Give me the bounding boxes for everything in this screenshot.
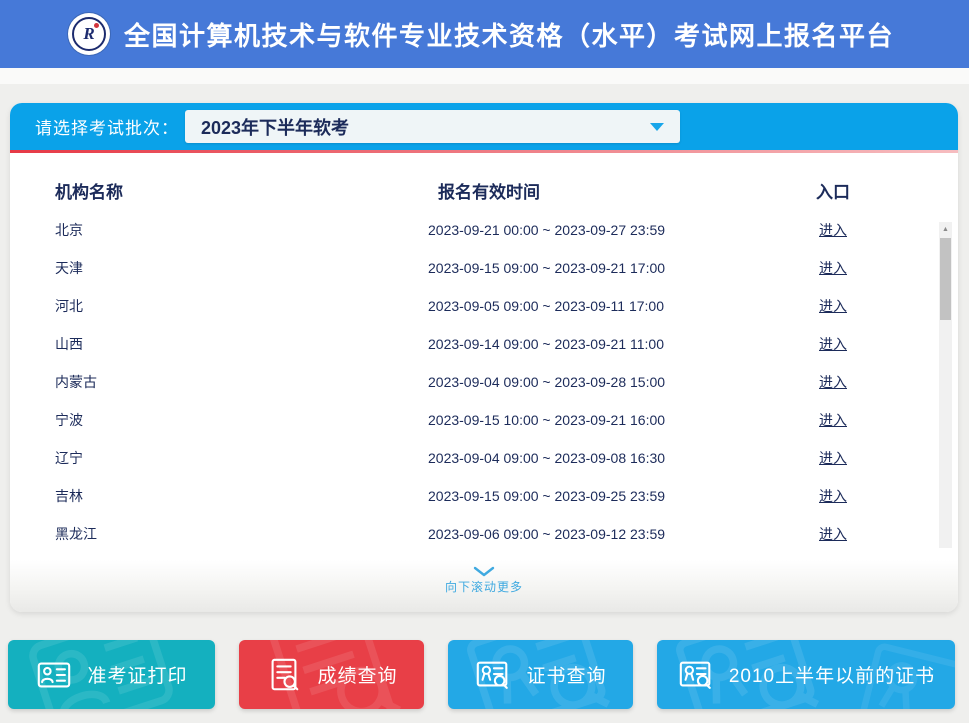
- table-row: 山西 2023-09-14 09:00 ~ 2023-09-21 11:00 进…: [10, 325, 958, 363]
- column-header-entry: 入口: [738, 178, 928, 203]
- table-row: 吉林 2023-09-15 09:00 ~ 2023-09-25 23:59 进…: [10, 477, 958, 515]
- valid-time: 2023-09-15 09:00 ~ 2023-09-25 23:59: [428, 488, 738, 504]
- valid-time: 2023-09-05 09:00 ~ 2023-09-11 17:00: [428, 298, 738, 314]
- enter-link[interactable]: 进入: [819, 298, 847, 314]
- enter-link[interactable]: 进入: [819, 526, 847, 542]
- valid-time: 2023-09-14 09:00 ~ 2023-09-21 11:00: [428, 336, 738, 352]
- table-row: 辽宁 2023-09-04 09:00 ~ 2023-09-08 16:30 进…: [10, 439, 958, 477]
- org-name: 内蒙古: [55, 372, 428, 392]
- logo-letter: R: [83, 24, 94, 44]
- exam-batch-select[interactable]: 2023年下半年软考: [185, 110, 680, 143]
- org-name: 山西: [55, 334, 428, 354]
- org-name: 北京: [55, 220, 428, 240]
- column-header-time: 报名有效时间: [428, 178, 738, 203]
- valid-time: 2023-09-06 09:00 ~ 2023-09-12 23:59: [428, 526, 738, 542]
- enter-link[interactable]: 进入: [819, 336, 847, 352]
- org-name: 宁波: [55, 410, 428, 430]
- score-query-label: 成绩查询: [317, 661, 397, 688]
- enter-link[interactable]: 进入: [819, 450, 847, 466]
- chevron-down-icon[interactable]: [650, 123, 664, 131]
- certificate-query-button[interactable]: 证书查询: [448, 640, 633, 709]
- enter-link[interactable]: 进入: [819, 260, 847, 276]
- certificate-search-icon: [677, 656, 715, 694]
- table-body: 北京 2023-09-21 00:00 ~ 2023-09-27 23:59 进…: [10, 211, 958, 553]
- org-name: 黑龙江: [55, 524, 428, 544]
- table-row: 内蒙古 2023-09-04 09:00 ~ 2023-09-28 15:00 …: [10, 363, 958, 401]
- exam-batch-selected-value: 2023年下半年软考: [201, 114, 650, 140]
- org-name: 天津: [55, 258, 428, 278]
- valid-time: 2023-09-15 09:00 ~ 2023-09-21 17:00: [428, 260, 738, 276]
- header-bottom-strip: [0, 68, 969, 84]
- app-header: R 全国计算机技术与软件专业技术资格（水平）考试网上报名平台: [0, 0, 969, 68]
- table-row: 黑龙江 2023-09-06 09:00 ~ 2023-09-12 23:59 …: [10, 515, 958, 553]
- page-title: 全国计算机技术与软件专业技术资格（水平）考试网上报名平台: [124, 16, 894, 53]
- old-certificate-query-label: 2010上半年以前的证书: [729, 661, 935, 688]
- registration-panel: 请选择考试批次： 2023年下半年软考 机构名称 报名有效时间 入口 北京 20…: [10, 103, 958, 612]
- scrollbar-thumb[interactable]: [940, 238, 951, 320]
- id-card-icon: [35, 656, 73, 694]
- table-row: 天津 2023-09-15 09:00 ~ 2023-09-21 17:00 进…: [10, 249, 958, 287]
- batch-selector-bar: 请选择考试批次： 2023年下半年软考: [10, 103, 958, 150]
- enter-link[interactable]: 进入: [819, 488, 847, 504]
- org-name: 河北: [55, 296, 428, 316]
- admission-ticket-print-label: 准考证打印: [87, 661, 187, 688]
- column-header-name: 机构名称: [55, 178, 428, 203]
- scrollbar-up-arrow[interactable]: ▲: [939, 224, 952, 236]
- table-row: 宁波 2023-09-15 10:00 ~ 2023-09-21 16:00 进…: [10, 401, 958, 439]
- valid-time: 2023-09-04 09:00 ~ 2023-09-28 15:00: [428, 374, 738, 390]
- score-query-button[interactable]: 成绩查询: [239, 640, 424, 709]
- logo-ring-icon: R: [72, 17, 106, 51]
- org-name: 辽宁: [55, 448, 428, 468]
- valid-time: 2023-09-04 09:00 ~ 2023-09-08 16:30: [428, 450, 738, 466]
- scroll-more-label: 向下滚动更多: [10, 578, 958, 595]
- certificate-query-label: 证书查询: [526, 661, 606, 688]
- enter-link[interactable]: 进入: [819, 412, 847, 428]
- ruankao-logo: R: [68, 13, 110, 55]
- batch-selector-label: 请选择考试批次：: [35, 114, 179, 139]
- org-name: 吉林: [55, 486, 428, 506]
- scroll-more-area[interactable]: 向下滚动更多: [10, 560, 958, 612]
- enter-link[interactable]: 进入: [819, 374, 847, 390]
- scroll-down-chevron-icon: [473, 566, 495, 577]
- old-certificate-query-button[interactable]: 2010上半年以前的证书: [657, 640, 955, 709]
- enter-link[interactable]: 进入: [819, 222, 847, 238]
- table-header-row: 机构名称 报名有效时间 入口: [10, 153, 958, 211]
- report-search-icon: [265, 656, 303, 694]
- valid-time: 2023-09-21 00:00 ~ 2023-09-27 23:59: [428, 222, 738, 238]
- valid-time: 2023-09-15 10:00 ~ 2023-09-21 16:00: [428, 412, 738, 428]
- scrollbar-track[interactable]: ▲: [939, 222, 952, 548]
- table-row: 北京 2023-09-21 00:00 ~ 2023-09-27 23:59 进…: [10, 211, 958, 249]
- table-row: 河北 2023-09-05 09:00 ~ 2023-09-11 17:00 进…: [10, 287, 958, 325]
- certificate-search-icon: [474, 656, 512, 694]
- admission-ticket-print-button[interactable]: 准考证打印: [8, 640, 215, 709]
